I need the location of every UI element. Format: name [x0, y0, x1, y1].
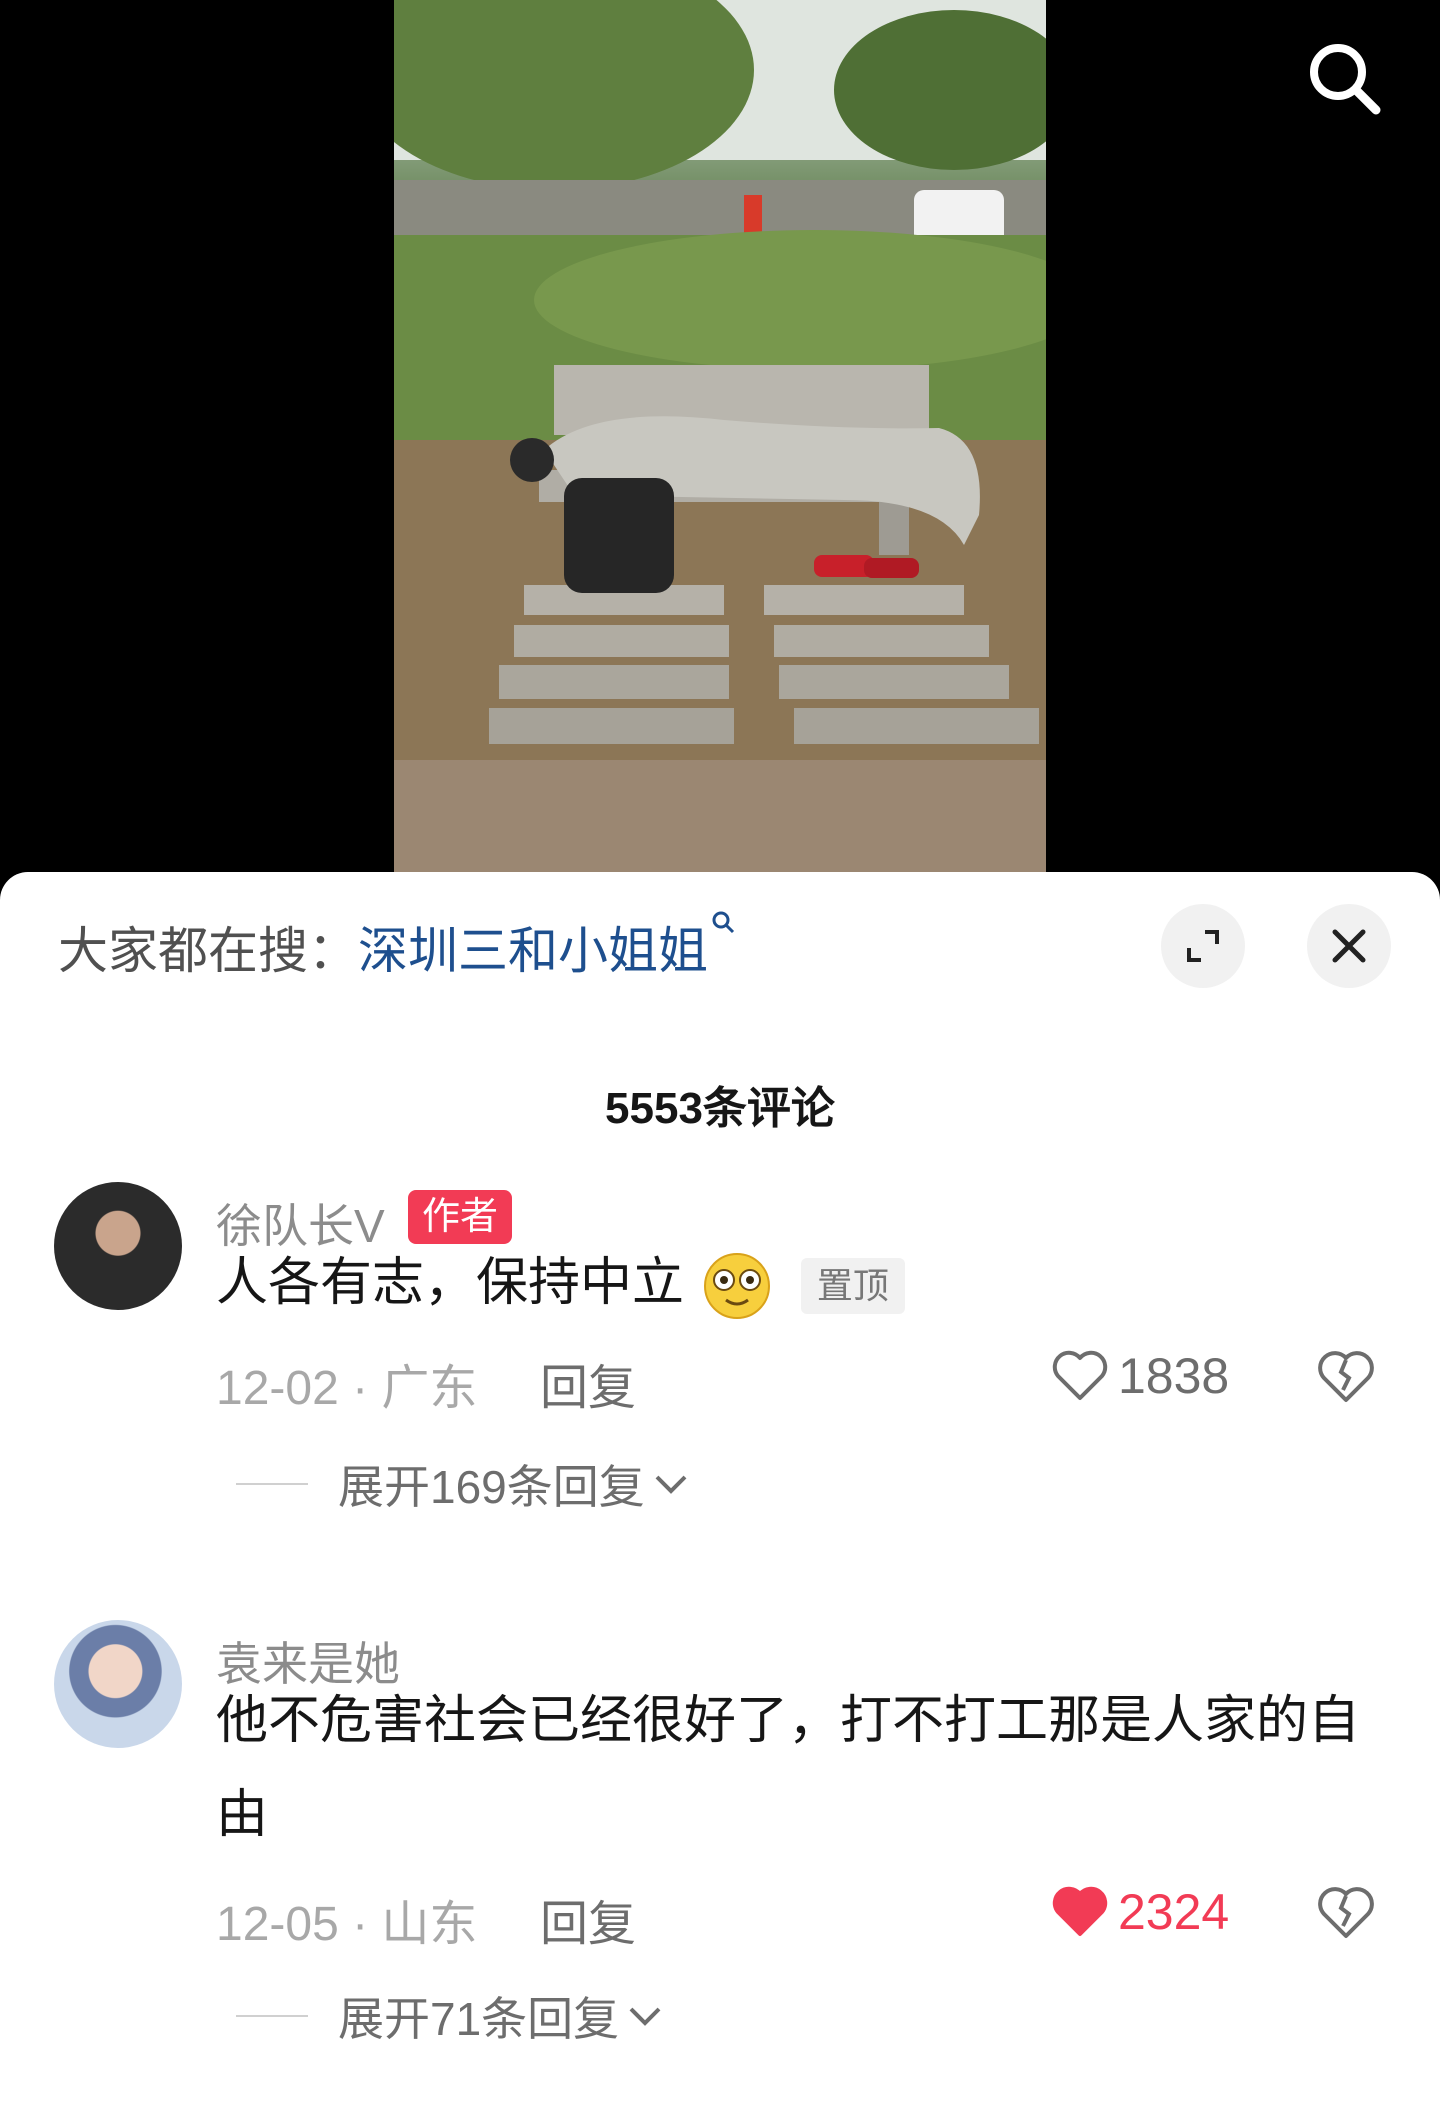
drooling-face-emoji [698, 1250, 776, 1322]
divider-line [236, 1483, 308, 1485]
video-still-image [394, 0, 1046, 880]
expand-icon [1187, 930, 1219, 962]
reply-button[interactable]: 回复 [540, 1348, 636, 1418]
comment-item: 袁来是她 他不危害社会已经很好了，打不打工那是人家的自由 12-05 · 山东 … [0, 1620, 1440, 2060]
search-small-icon [710, 909, 736, 942]
avatar[interactable] [54, 1182, 182, 1310]
expand-replies-label: 展开71条回复 [338, 1993, 620, 2045]
close-icon [1332, 929, 1366, 963]
heart-outline-icon [1052, 1350, 1108, 1400]
search-icon [1310, 44, 1381, 115]
like-count: 2324 [1118, 1884, 1230, 1940]
like-button[interactable]: 1838 [1052, 1346, 1229, 1406]
hot-search-term[interactable]: 深圳三和小姐姐 [358, 911, 708, 983]
reply-button[interactable]: 回复 [540, 1884, 636, 1954]
expand-sheet-button[interactable] [1161, 904, 1245, 988]
pinned-tag: 置顶 [800, 1258, 905, 1315]
comment-date-location: 12-05 · 山东 [216, 1898, 478, 1951]
search-button[interactable] [1302, 36, 1386, 120]
comment-text: 人各有志，保持中立 置顶 [216, 1236, 1366, 1330]
chevron-down-icon [629, 2007, 661, 2026]
expand-replies-button[interactable]: 展开169条回复 [236, 1454, 691, 1514]
comment-date-location: 12-02 · 广东 [216, 1362, 478, 1415]
hot-search-bar: 大家都在搜： 深圳三和小姐姐 [58, 909, 736, 983]
like-button[interactable]: 2324 [1052, 1882, 1229, 1942]
divider-line [236, 2015, 308, 2017]
broken-heart-icon [1318, 1887, 1374, 1938]
comment-sheet: 大家都在搜： 深圳三和小姐姐 5553条评论 徐队长V 作者 人各有志，保持中立 [0, 872, 1440, 2122]
video-frame[interactable] [394, 0, 1046, 880]
comment-text: 他不危害社会已经很好了，打不打工那是人家的自由 [216, 1692, 1361, 1844]
heart-filled-icon [1052, 1886, 1108, 1936]
hot-search-prefix: 大家都在搜： [58, 923, 358, 979]
close-sheet-button[interactable] [1307, 904, 1391, 988]
video-player[interactable] [0, 0, 1440, 880]
expand-replies-label: 展开169条回复 [338, 1461, 645, 1513]
dislike-button[interactable] [1316, 1882, 1376, 1942]
like-count: 1838 [1118, 1348, 1230, 1404]
avatar[interactable] [54, 1620, 182, 1748]
comment-count-title: 5553条评论 [605, 1084, 835, 1133]
chevron-down-icon [655, 1475, 687, 1494]
broken-heart-icon [1318, 1351, 1374, 1402]
expand-replies-button[interactable]: 展开71条回复 [236, 1986, 665, 2046]
comment-text-content: 人各有志，保持中立 [216, 1254, 685, 1312]
comment-item: 徐队长V 作者 人各有志，保持中立 置顶 12-02 · 广东 回复 1838 … [0, 1182, 1440, 1542]
dislike-button[interactable] [1316, 1346, 1376, 1406]
